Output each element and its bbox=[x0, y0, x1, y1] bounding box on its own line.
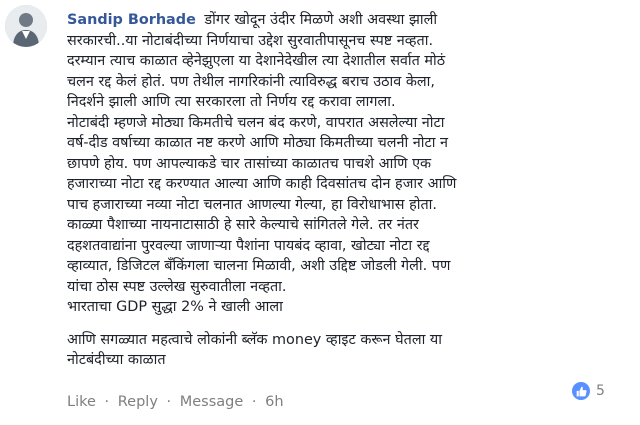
separator: · bbox=[166, 394, 172, 410]
comment-line: नोटबंदीच्या काळात bbox=[67, 352, 166, 368]
message-link[interactable]: Message bbox=[180, 394, 244, 410]
comment-line: हजाराच्या नोटा रद्द करण्यात आल्या आणि का… bbox=[67, 176, 457, 192]
comment-line: वर्ष-दीड वर्षाच्या काळात नष्ट करणे आणि म… bbox=[67, 135, 449, 151]
comment-line: दरम्यान त्याच काळात व्हेनेझुएला या देशान… bbox=[67, 53, 446, 69]
reaction-count: 5 bbox=[596, 383, 605, 399]
comment-line: पाच हजाराच्या नव्या नोटा चलनात आणल्या गे… bbox=[67, 196, 437, 213]
comment-line: चलन रद्द केलं होतं. पण तेथील नागरिकांनी … bbox=[67, 73, 435, 90]
timestamp[interactable]: 6h bbox=[265, 394, 283, 410]
comment-line: नोटाबंदी म्हणजे मोठ्या किमतीचे चलन बंद क… bbox=[67, 114, 445, 131]
comment-line: भारताचा GDP सुद्धा 2% ने खाली आला bbox=[67, 299, 283, 315]
avatar[interactable] bbox=[5, 5, 47, 47]
separator: · bbox=[251, 394, 257, 410]
comment-body: Sandip Borhade डोंगर खोदून उंदीर मिळणे अ… bbox=[67, 10, 632, 371]
comment-text: Sandip Borhade डोंगर खोदून उंदीर मिळणे अ… bbox=[67, 10, 632, 371]
comment-line: काळ्या पैशाच्या नायनाटासाठी हे सारे केल्… bbox=[67, 217, 419, 233]
reply-link[interactable]: Reply bbox=[118, 394, 158, 410]
comment-line: सरकारची..या नोटाबंदीच्या निर्णयाचा उद्दे… bbox=[67, 32, 434, 49]
comment: Sandip Borhade डोंगर खोदून उंदीर मिळणे अ… bbox=[0, 0, 640, 425]
reactions-summary[interactable]: 5 bbox=[572, 382, 605, 400]
comment-line: निदर्शने झाली आणि त्या सरकारला तो निर्णय… bbox=[67, 94, 396, 110]
author-name[interactable]: Sandip Borhade bbox=[67, 12, 196, 28]
comment-line: छापणे होय. पण आपल्याकडे चार तासांच्या का… bbox=[67, 155, 432, 172]
user-avatar-icon bbox=[5, 5, 47, 47]
comment-actions: Like · Reply · Message · 6h bbox=[67, 394, 284, 410]
comment-line: व्हाव्यात, डिजिटल बँकिंगला चालना मिळावी,… bbox=[67, 258, 451, 274]
comment-line: डोंगर खोदून उंदीर मिळणे अशी अवस्था झाली bbox=[204, 12, 438, 28]
comment-line: यांचा ठोस स्पष्ट उल्लेख सुरुवातीला नव्हत… bbox=[67, 278, 287, 295]
comment-line: आणि सगळ्यात महत्वाचे लोकांनी ब्लॅक money… bbox=[67, 331, 442, 348]
like-link[interactable]: Like bbox=[67, 394, 96, 410]
separator: · bbox=[104, 394, 110, 410]
comment-line: दहशतवाद्यांना पुरवल्या जाणाऱ्या पैशांना … bbox=[67, 237, 430, 254]
thumbs-up-icon bbox=[572, 382, 590, 400]
